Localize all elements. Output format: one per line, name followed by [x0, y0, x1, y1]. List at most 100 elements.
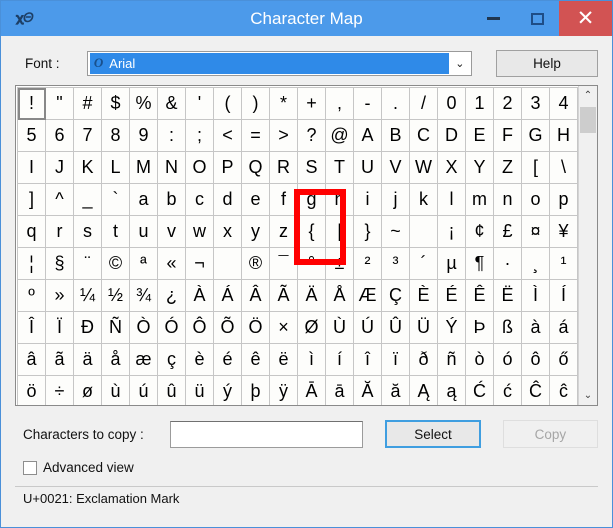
character-cell[interactable]: N	[157, 151, 186, 184]
character-cell[interactable]: C	[409, 119, 438, 152]
character-grid[interactable]: ! " # $% & '() * +, -./0 1 2 3 4 5 6 7 8 9:; < = >? @ A B C D E F G H…	[17, 87, 578, 405]
character-cell[interactable]: ³	[381, 247, 410, 280]
character-cell[interactable]: ă	[381, 375, 410, 405]
character-cell[interactable]: "	[45, 87, 74, 120]
character-cell[interactable]: ¦	[17, 247, 46, 280]
scrollbar-track[interactable]	[579, 105, 597, 386]
character-cell[interactable]: ?	[297, 119, 326, 152]
character-cell[interactable]: £	[493, 215, 522, 248]
character-cell[interactable]: b	[157, 183, 186, 216]
character-cell[interactable]: ,	[325, 87, 354, 120]
character-cell[interactable]: ç	[157, 343, 186, 376]
character-cell[interactable]: A	[353, 119, 382, 152]
character-cell[interactable]: à	[521, 311, 550, 344]
character-cell[interactable]: ö	[17, 375, 46, 405]
character-cell[interactable]: t	[101, 215, 130, 248]
character-cell[interactable]: 4	[549, 87, 578, 120]
character-cell[interactable]: H	[549, 119, 578, 152]
character-cell[interactable]: 2	[493, 87, 522, 120]
character-cell[interactable]: ¸	[521, 247, 550, 280]
character-cell[interactable]: µ	[437, 247, 466, 280]
character-cell[interactable]: Ĉ	[521, 375, 550, 405]
character-cell[interactable]: Ò	[129, 311, 158, 344]
character-cell[interactable]: >	[269, 119, 298, 152]
character-cell[interactable]: 8	[101, 119, 130, 152]
character-cell[interactable]: @	[325, 119, 354, 152]
character-cell[interactable]: ¨	[73, 247, 102, 280]
character-cell[interactable]: V	[381, 151, 410, 184]
character-cell[interactable]: î	[353, 343, 382, 376]
character-cell[interactable]: ÿ	[269, 375, 298, 405]
character-cell[interactable]: Ó	[157, 311, 186, 344]
character-cell[interactable]: ê	[241, 343, 270, 376]
character-cell[interactable]: y	[241, 215, 270, 248]
character-cell[interactable]: ×	[269, 311, 298, 344]
character-cell[interactable]: Ä	[297, 279, 326, 312]
character-cell[interactable]: F	[493, 119, 522, 152]
character-cell[interactable]: 3	[521, 87, 550, 120]
character-cell[interactable]: È	[409, 279, 438, 312]
character-cell[interactable]: `	[101, 183, 130, 216]
character-cell[interactable]: Ă	[353, 375, 382, 405]
character-cell[interactable]: Ā	[297, 375, 326, 405]
character-cell[interactable]: Ù	[325, 311, 354, 344]
character-cell[interactable]: ~	[381, 215, 410, 248]
character-cell[interactable]: Þ	[465, 311, 494, 344]
character-cell[interactable]: ²	[353, 247, 382, 280]
character-cell[interactable]: 1	[465, 87, 494, 120]
character-cell[interactable]: =	[241, 119, 270, 152]
character-cell[interactable]: _	[73, 183, 102, 216]
character-cell[interactable]: ;	[185, 119, 214, 152]
character-cell[interactable]: M	[129, 151, 158, 184]
character-cell[interactable]: \	[549, 151, 578, 184]
character-cell[interactable]: Ë	[493, 279, 522, 312]
character-cell[interactable]: ß	[493, 311, 522, 344]
character-cell[interactable]: v	[157, 215, 186, 248]
character-cell[interactable]: ´	[409, 247, 438, 280]
character-cell[interactable]: /	[409, 87, 438, 120]
character-cell[interactable]: h	[325, 183, 354, 216]
character-cell[interactable]: *	[269, 87, 298, 120]
character-cell[interactable]: Í	[549, 279, 578, 312]
character-cell[interactable]: Î	[17, 311, 46, 344]
character-cell[interactable]: e	[241, 183, 270, 216]
copy-button[interactable]: Copy	[502, 420, 598, 448]
character-cell[interactable]: 5	[17, 119, 46, 152]
character-cell[interactable]: ©	[101, 247, 130, 280]
character-cell[interactable]: «	[157, 247, 186, 280]
character-cell[interactable]: Ý	[437, 311, 466, 344]
character-cell[interactable]: B	[381, 119, 410, 152]
chevron-down-icon[interactable]: ⌄	[448, 51, 471, 75]
character-cell[interactable]: Ø	[297, 311, 326, 344]
character-cell[interactable]: .	[381, 87, 410, 120]
character-cell[interactable]: Ñ	[101, 311, 130, 344]
character-cell[interactable]: Û	[381, 311, 410, 344]
character-cell[interactable]: i	[353, 183, 382, 216]
character-cell[interactable]: r	[45, 215, 74, 248]
character-cell[interactable]: j	[381, 183, 410, 216]
character-cell[interactable]: +	[297, 87, 326, 120]
character-cell[interactable]: ^	[45, 183, 74, 216]
character-cell[interactable]: )	[241, 87, 270, 120]
character-cell[interactable]: ¹	[549, 247, 578, 280]
character-cell[interactable]: ¡	[437, 215, 466, 248]
help-button[interactable]: Help	[495, 49, 598, 77]
character-cell[interactable]: x	[213, 215, 242, 248]
character-cell[interactable]: ø	[73, 375, 102, 405]
character-cell[interactable]: ñ	[437, 343, 466, 376]
character-cell[interactable]: !	[17, 87, 46, 120]
character-cell[interactable]: ì	[297, 343, 326, 376]
character-cell[interactable]: w	[185, 215, 214, 248]
character-cell[interactable]: U	[353, 151, 382, 184]
character-cell[interactable]: ¼	[73, 279, 102, 312]
character-cell[interactable]: f	[269, 183, 298, 216]
character-cell[interactable]: ¯	[269, 247, 298, 280]
character-cell[interactable]: s	[73, 215, 102, 248]
character-cell[interactable]: T	[325, 151, 354, 184]
character-cell[interactable]: Z	[493, 151, 522, 184]
character-cell[interactable]: E	[465, 119, 494, 152]
character-cell[interactable]: W	[409, 151, 438, 184]
character-cell[interactable]: ¾	[129, 279, 158, 312]
font-combobox[interactable]: O Arial ⌄	[86, 50, 472, 76]
character-cell[interactable]: -	[353, 87, 382, 120]
